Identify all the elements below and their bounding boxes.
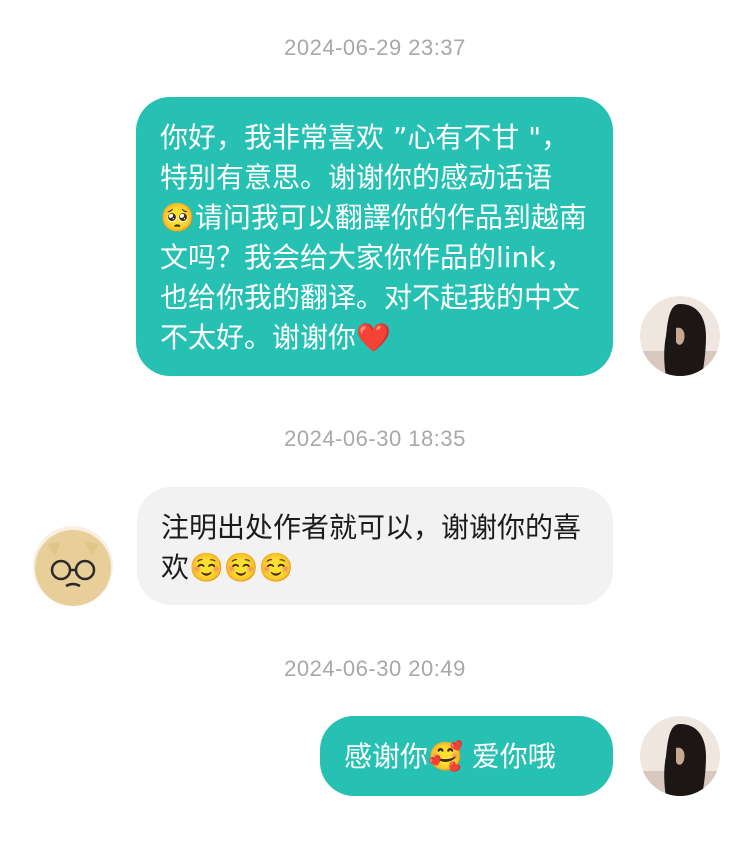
timestamp: 2024-06-29 23:37 [284, 35, 466, 60]
timestamp: 2024-06-30 18:35 [284, 426, 466, 451]
avatar-photo-icon [640, 296, 720, 376]
chat-conversation: 2024-06-29 23:37 你好，我非常喜欢 ”心有不甘 "，特别有意思。… [0, 0, 750, 844]
incoming-message-bubble[interactable]: 注明出处作者就可以，谢谢你的喜欢☺️☺️☺️ [137, 487, 613, 605]
cartoon-face-avatar-icon [33, 526, 113, 606]
outgoing-message-bubble[interactable]: 感谢你🥰 爱你哦 [320, 716, 613, 796]
self-avatar[interactable] [640, 296, 720, 376]
self-avatar[interactable] [640, 716, 720, 796]
outgoing-message-bubble[interactable]: 你好，我非常喜欢 ”心有不甘 "，特别有意思。谢谢你的感动话语 🥺请问我可以翻譯… [136, 97, 613, 376]
avatar-photo-icon [640, 716, 720, 796]
timestamp: 2024-06-30 20:49 [284, 656, 466, 681]
other-avatar[interactable] [33, 526, 113, 606]
